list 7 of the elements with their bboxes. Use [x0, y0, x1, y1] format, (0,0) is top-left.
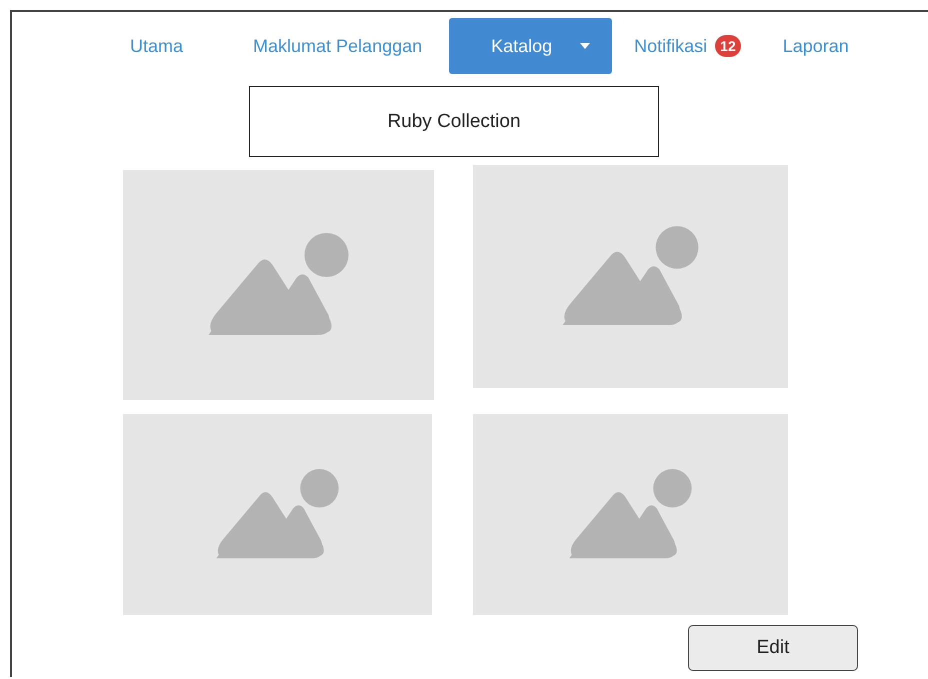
nav-tab[interactable]: Katalog: [449, 18, 612, 74]
edit-button[interactable]: Edit: [688, 625, 858, 671]
notification-badge: 12: [715, 35, 741, 57]
nav-tab[interactable]: Laporan: [770, 30, 861, 62]
nav-tab[interactable]: Maklumat Pelanggan: [241, 30, 434, 62]
collection-title: Ruby Collection: [249, 86, 659, 157]
nav-tab[interactable]: Utama: [118, 30, 196, 62]
